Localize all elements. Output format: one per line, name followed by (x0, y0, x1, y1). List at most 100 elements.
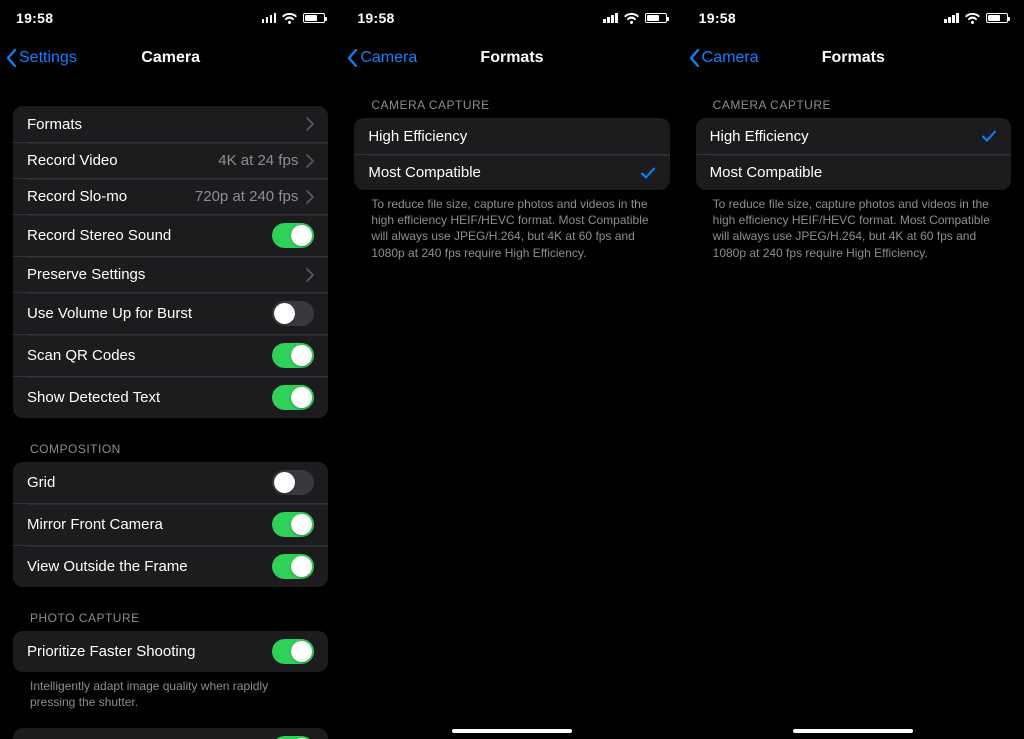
group-composition: Grid Mirror Front Camera View Outside th… (13, 462, 328, 587)
row-view-outside-frame[interactable]: View Outside the Frame (13, 545, 328, 587)
row-volume-up-burst[interactable]: Use Volume Up for Burst (13, 292, 328, 334)
row-label: Most Compatible (710, 164, 997, 181)
checkmark-icon (640, 165, 656, 181)
row-label: Record Video (27, 152, 218, 169)
back-button[interactable]: Camera (689, 49, 759, 67)
group-photo-capture-1: Prioritize Faster Shooting (13, 631, 328, 672)
group-formats-options: High Efficiency Most Compatible (354, 118, 669, 190)
row-high-efficiency[interactable]: High Efficiency (354, 118, 669, 154)
row-label: Record Slo-mo (27, 188, 195, 205)
row-formats[interactable]: Formats (13, 106, 328, 142)
home-indicator[interactable] (793, 729, 913, 733)
nav-title: Formats (822, 49, 885, 67)
row-label: Prioritize Faster Shooting (27, 643, 272, 660)
footer-formats: To reduce file size, capture photos and … (341, 190, 682, 261)
checkmark-icon (981, 128, 997, 144)
nav-bar: Camera Formats (683, 36, 1024, 80)
row-label: Mirror Front Camera (27, 516, 272, 533)
nav-title: Formats (480, 49, 543, 67)
cellular-signal-icon (603, 13, 618, 23)
row-smart-hdr[interactable]: Smart HDR (13, 728, 328, 739)
wifi-icon (965, 13, 980, 24)
cellular-signal-icon (262, 13, 277, 23)
row-preserve-settings[interactable]: Preserve Settings (13, 256, 328, 292)
toggle-view-outside-frame[interactable] (272, 554, 314, 579)
row-label: Grid (27, 474, 272, 491)
row-label: Use Volume Up for Burst (27, 305, 272, 322)
row-label: High Efficiency (368, 128, 655, 145)
footer-prioritize-faster: Intelligently adapt image quality when r… (0, 672, 341, 710)
toggle-volume-up-burst[interactable] (272, 301, 314, 326)
status-bar: 19:58 (341, 0, 682, 36)
chevron-left-icon (6, 49, 17, 67)
row-detail: 4K at 24 fps (218, 152, 298, 169)
row-prioritize-faster[interactable]: Prioritize Faster Shooting (13, 631, 328, 672)
row-most-compatible[interactable]: Most Compatible (354, 154, 669, 190)
toggle-grid[interactable] (272, 470, 314, 495)
home-indicator[interactable] (452, 729, 572, 733)
back-label: Camera (360, 49, 417, 67)
toggle-mirror-front[interactable] (272, 512, 314, 537)
status-bar: 19:58 (683, 0, 1024, 36)
status-indicators (603, 13, 667, 24)
status-time: 19:58 (16, 10, 53, 26)
battery-icon (303, 13, 325, 23)
status-time: 19:58 (357, 10, 394, 26)
row-label: High Efficiency (710, 128, 981, 145)
row-most-compatible[interactable]: Most Compatible (696, 154, 1011, 190)
row-record-slomo[interactable]: Record Slo-mo 720p at 240 fps (13, 178, 328, 214)
chevron-right-icon (306, 117, 314, 131)
section-header-composition: COMPOSITION (0, 442, 341, 462)
row-detected-text[interactable]: Show Detected Text (13, 376, 328, 418)
row-label: Show Detected Text (27, 389, 272, 406)
toggle-prioritize-faster[interactable] (272, 639, 314, 664)
battery-icon (986, 13, 1008, 23)
nav-bar: Camera Formats (341, 36, 682, 80)
row-grid[interactable]: Grid (13, 462, 328, 503)
cellular-signal-icon (944, 13, 959, 23)
row-detail: 720p at 240 fps (195, 188, 298, 205)
section-header-photo-capture: PHOTO CAPTURE (0, 611, 341, 631)
pane-camera-settings: 19:58 Settings Camera Formats Record Vid… (0, 0, 341, 739)
back-button[interactable]: Settings (6, 49, 77, 67)
row-scan-qr[interactable]: Scan QR Codes (13, 334, 328, 376)
wifi-icon (282, 13, 297, 24)
section-header-camera-capture: CAMERA CAPTURE (683, 98, 1024, 118)
row-mirror-front[interactable]: Mirror Front Camera (13, 503, 328, 545)
toggle-scan-qr[interactable] (272, 343, 314, 368)
toggle-stereo-sound[interactable] (272, 223, 314, 248)
status-indicators (944, 13, 1008, 24)
nav-bar: Settings Camera (0, 36, 341, 80)
section-header-camera-capture: CAMERA CAPTURE (341, 98, 682, 118)
nav-title: Camera (141, 49, 200, 67)
chevron-right-icon (306, 268, 314, 282)
row-label: View Outside the Frame (27, 558, 272, 575)
status-indicators (262, 13, 326, 24)
row-label: Record Stereo Sound (27, 227, 272, 244)
back-label: Settings (19, 49, 77, 67)
row-label: Most Compatible (368, 164, 639, 181)
row-stereo-sound[interactable]: Record Stereo Sound (13, 214, 328, 256)
chevron-left-icon (689, 49, 700, 67)
back-button[interactable]: Camera (347, 49, 417, 67)
pane-formats-high-efficiency: 19:58 Camera Formats CAMERA CAPTURE High… (683, 0, 1024, 739)
row-label: Formats (27, 116, 306, 133)
battery-icon (645, 13, 667, 23)
group-main: Formats Record Video 4K at 24 fps Record… (13, 106, 328, 418)
status-time: 19:58 (699, 10, 736, 26)
row-label: Scan QR Codes (27, 347, 272, 364)
row-record-video[interactable]: Record Video 4K at 24 fps (13, 142, 328, 178)
chevron-right-icon (306, 190, 314, 204)
pane-formats-most-compatible: 19:58 Camera Formats CAMERA CAPTURE High… (341, 0, 682, 739)
back-label: Camera (702, 49, 759, 67)
chevron-left-icon (347, 49, 358, 67)
footer-formats: To reduce file size, capture photos and … (683, 190, 1024, 261)
row-high-efficiency[interactable]: High Efficiency (696, 118, 1011, 154)
row-label: Preserve Settings (27, 266, 306, 283)
wifi-icon (624, 13, 639, 24)
status-bar: 19:58 (0, 0, 341, 36)
chevron-right-icon (306, 154, 314, 168)
group-smart-hdr: Smart HDR (13, 728, 328, 739)
group-formats-options: High Efficiency Most Compatible (696, 118, 1011, 190)
toggle-detected-text[interactable] (272, 385, 314, 410)
